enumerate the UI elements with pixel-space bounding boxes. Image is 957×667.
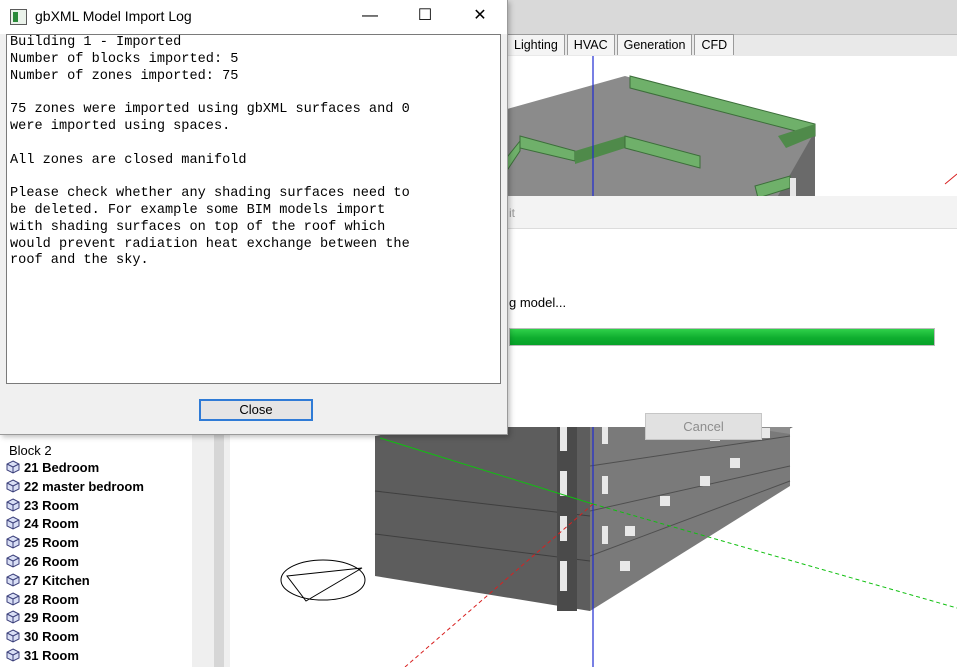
tree-item-23[interactable]: 23 Room <box>6 496 79 514</box>
log-line: be deleted. For example some BIM models … <box>10 202 386 218</box>
zone-cube-icon <box>6 629 20 643</box>
progress-dialog-body: g model... Cancel <box>481 228 957 440</box>
maximize-button[interactable]: ☐ <box>402 0 448 32</box>
compass-ellipse <box>280 559 366 601</box>
log-line: 75 zones were imported using gbXML surfa… <box>10 102 410 118</box>
log-line: were imported using spaces. <box>10 118 231 134</box>
zone-cube-icon <box>6 516 20 530</box>
tab-cfd[interactable]: CFD <box>694 34 735 55</box>
log-line: Number of blocks imported: 5 <box>10 51 239 67</box>
tree-item-label: 31 Room <box>24 647 79 663</box>
tree-item-label: 22 master bedroom <box>24 478 144 494</box>
progress-bar <box>509 328 935 346</box>
import-log-text[interactable]: Building 1 - Imported Number of blocks i… <box>6 34 501 384</box>
tree-item-30[interactable]: 30 Room <box>6 627 79 645</box>
tab-lighting[interactable]: Lighting <box>507 34 565 55</box>
tree-item-label: 30 Room <box>24 628 79 644</box>
log-line: Building 1 - Imported <box>10 35 182 50</box>
tree-item-label: 21 Bedroom <box>24 459 100 475</box>
minimize-button[interactable]: — <box>347 0 393 32</box>
zone-cube-icon <box>6 460 20 474</box>
window-title: gbXML Model Import Log <box>35 8 192 24</box>
tree-item-24[interactable]: 24 Room <box>6 514 79 532</box>
zone-cube-icon <box>6 592 20 606</box>
tree-item-label: 27 Kitchen <box>24 572 90 588</box>
progress-bar-fill <box>510 329 934 345</box>
progress-dialog: it g model... Cancel <box>480 196 957 440</box>
tree-item-21[interactable]: 21 Bedroom <box>6 458 99 476</box>
tree-item-label: 23 Room <box>24 497 79 513</box>
close-window-button[interactable]: ✕ <box>457 0 503 32</box>
tree-item-label: 28 Room <box>24 591 79 607</box>
zone-cube-icon <box>6 554 20 568</box>
log-line: roof and the sky. <box>10 253 149 269</box>
tree-item-label: 25 Room <box>24 534 79 550</box>
tree-item-26[interactable]: 26 Room <box>6 552 79 570</box>
tree-item-28[interactable]: 28 Room <box>6 590 79 608</box>
tab-strip: Lighting HVAC Generation CFD <box>507 34 736 56</box>
tree-block-label: Block 2 <box>9 443 52 458</box>
cancel-button[interactable]: Cancel <box>645 413 762 440</box>
log-line: Number of zones imported: 75 <box>10 68 239 84</box>
zone-cube-icon <box>6 648 20 662</box>
progress-dialog-title: it <box>509 206 515 220</box>
import-log-window: gbXML Model Import Log — ☐ ✕ Building 1 … <box>0 0 508 435</box>
close-button[interactable]: Close <box>199 399 313 421</box>
splitter-bar[interactable] <box>214 425 224 667</box>
zone-tree-panel: Block 2 21 Bedroom 22 master bedroom 23 … <box>0 425 192 667</box>
zone-cube-icon <box>6 535 20 549</box>
tree-item-27[interactable]: 27 Kitchen <box>6 571 90 589</box>
log-line: All zones are closed manifold <box>10 152 247 168</box>
tree-item-label: 29 Room <box>24 609 79 625</box>
tab-generation[interactable]: Generation <box>616 34 693 55</box>
window-titlebar[interactable]: gbXML Model Import Log — ☐ ✕ <box>0 0 507 34</box>
zone-cube-icon <box>6 498 20 512</box>
log-line: would prevent radiation heat exchange be… <box>10 236 410 252</box>
tree-item-29[interactable]: 29 Room <box>6 608 79 626</box>
tree-item-label: 24 Room <box>24 515 79 531</box>
tree-scroll-gutter <box>192 425 230 667</box>
app-window-icon <box>10 9 27 25</box>
zone-cube-icon <box>6 479 20 493</box>
zone-cube-icon <box>6 610 20 624</box>
tree-item-31[interactable]: 31 Room <box>6 646 79 664</box>
tab-hvac[interactable]: HVAC <box>566 34 615 55</box>
log-line: Please check whether any shading surface… <box>10 186 410 202</box>
tree-item-label: 26 Room <box>24 553 79 569</box>
tree-item-25[interactable]: 25 Room <box>6 533 79 551</box>
tree-item-22[interactable]: 22 master bedroom <box>6 477 144 495</box>
zone-cube-icon <box>6 573 20 587</box>
log-line: with shading surfaces on top of the roof… <box>10 219 386 235</box>
progress-status-text: g model... <box>509 295 567 310</box>
toolbar-strip <box>507 0 957 35</box>
